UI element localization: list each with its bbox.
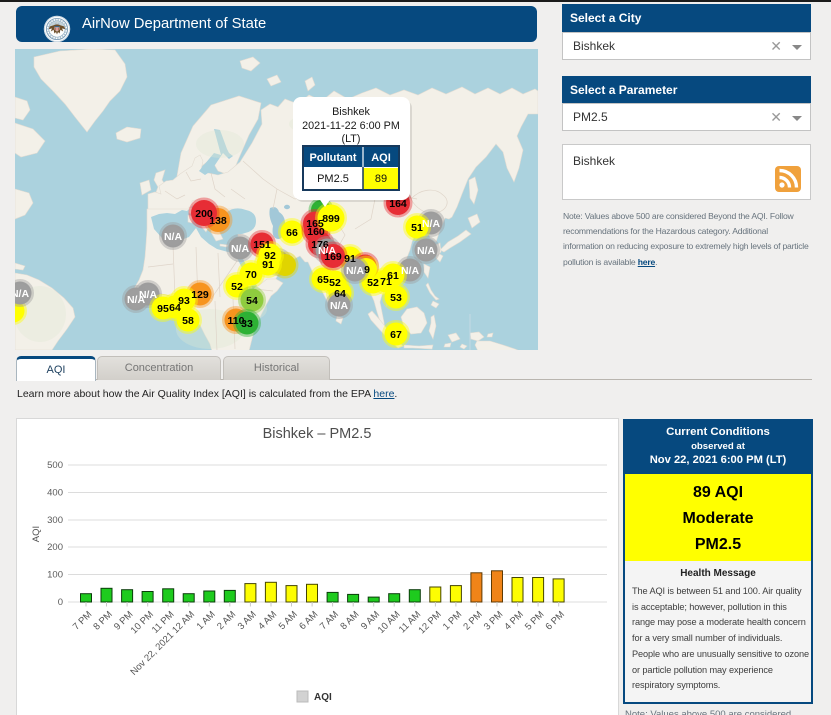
svg-text:N/A: N/A [422,218,441,230]
svg-text:200: 200 [47,542,63,553]
svg-text:899: 899 [322,213,340,225]
svg-text:91: 91 [344,253,356,265]
svg-text:53: 53 [390,292,402,304]
svg-text:66: 66 [286,227,298,239]
svg-text:33: 33 [241,318,253,330]
svg-text:160: 160 [307,226,325,238]
svg-text:65: 65 [317,274,329,286]
svg-text:4 AM: 4 AM [256,609,279,632]
svg-text:6 PM: 6 PM [543,609,567,633]
svg-text:8 AM: 8 AM [338,609,361,632]
svg-text:2021-11-22 6:00 PM: 2021-11-22 6:00 PM [302,120,400,132]
svg-text:64: 64 [334,288,346,300]
svg-text:10 PM: 10 PM [129,609,156,636]
svg-text:95: 95 [157,303,169,315]
svg-text:52: 52 [231,281,243,293]
svg-text:N/A: N/A [346,265,365,277]
svg-text:N/A: N/A [164,231,183,243]
svg-text:AQI: AQI [371,152,391,164]
svg-text:6 AM: 6 AM [297,609,320,632]
svg-text:169: 169 [324,251,342,263]
svg-text:9: 9 [364,264,370,276]
svg-text:1 PM: 1 PM [441,609,465,633]
svg-text:3 AM: 3 AM [236,609,259,632]
svg-text:1 AM: 1 AM [195,609,218,632]
svg-text:2 AM: 2 AM [215,609,238,632]
svg-text:PM2.5: PM2.5 [317,173,349,185]
svg-text:AQI: AQI [314,692,332,703]
svg-text:N/A: N/A [401,265,420,277]
svg-text:Bishkek: Bishkek [332,106,370,118]
svg-text:54: 54 [246,295,258,307]
svg-text:89: 89 [375,173,387,185]
svg-text:2 PM: 2 PM [461,609,485,633]
svg-text:100: 100 [47,570,63,581]
svg-text:51: 51 [411,222,423,234]
svg-text:N/A: N/A [330,300,349,312]
svg-text:70: 70 [245,269,257,281]
svg-text:64: 64 [169,302,181,314]
svg-text:N/A: N/A [127,294,146,306]
svg-text:71: 71 [380,276,392,288]
svg-text:92: 92 [264,250,276,262]
svg-text:0: 0 [58,597,63,608]
svg-text:4 PM: 4 PM [502,609,526,633]
svg-text:7 AM: 7 AM [318,609,341,632]
svg-text:7 PM: 7 PM [71,609,95,633]
svg-text:AQI: AQI [31,526,42,542]
svg-text:(LT): (LT) [342,133,361,145]
svg-text:Pollutant: Pollutant [309,152,356,164]
svg-text:200: 200 [195,208,213,220]
svg-text:12 PM: 12 PM [416,609,443,636]
svg-text:5 AM: 5 AM [277,609,300,632]
svg-text:300: 300 [47,515,63,526]
svg-text:129: 129 [191,289,209,301]
svg-text:N/A: N/A [15,288,29,300]
svg-text:400: 400 [47,488,63,499]
svg-text:52: 52 [367,277,379,289]
svg-text:500: 500 [47,460,63,471]
svg-text:Bishkek – PM2.5: Bishkek – PM2.5 [263,426,372,442]
svg-text:3 PM: 3 PM [482,609,506,633]
svg-text:5 PM: 5 PM [523,609,547,633]
svg-text:67: 67 [390,329,402,341]
svg-text:N/A: N/A [417,245,436,257]
svg-text:58: 58 [182,315,194,327]
svg-text:10 AM: 10 AM [376,609,403,636]
svg-text:N/A: N/A [231,243,250,255]
svg-text:8 PM: 8 PM [91,609,115,633]
